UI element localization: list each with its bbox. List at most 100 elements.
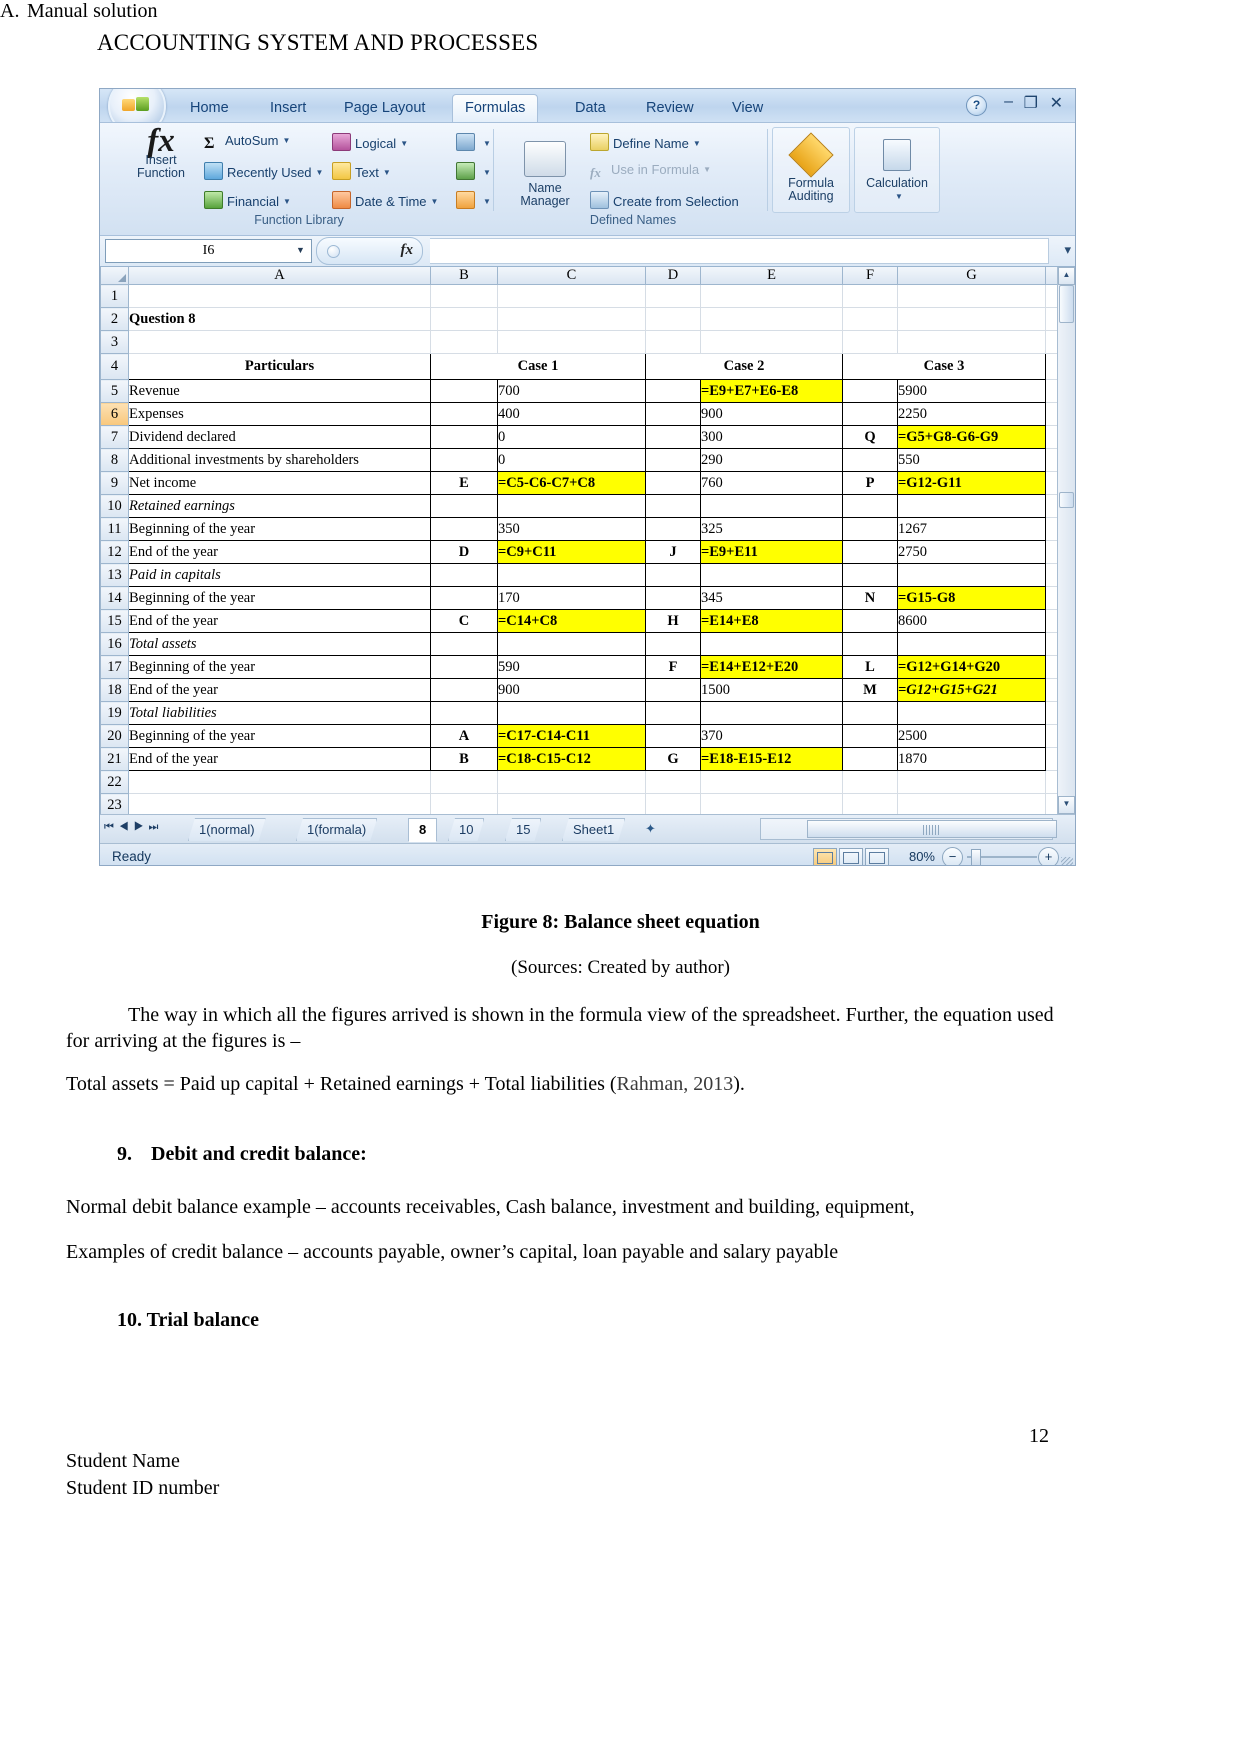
cell-d12[interactable]: J xyxy=(645,540,701,564)
cell-b2[interactable] xyxy=(430,307,498,331)
cell-f16[interactable] xyxy=(842,632,898,656)
chevron-down-icon[interactable]: ▼ xyxy=(703,165,711,174)
row-header-4[interactable]: 4 xyxy=(100,353,129,380)
zoom-level-label[interactable]: 80% xyxy=(909,849,935,864)
cell-f20[interactable] xyxy=(842,724,898,748)
cell-d17[interactable]: F xyxy=(645,655,701,679)
cell-e13[interactable] xyxy=(700,563,843,587)
row-header-3[interactable]: 3 xyxy=(100,330,129,354)
chevron-down-icon[interactable]: ▼ xyxy=(483,197,491,206)
sheet-tab-8[interactable]: 8 xyxy=(408,818,438,842)
cell-e6[interactable]: 900 xyxy=(700,402,843,426)
cancel-enter-icon[interactable] xyxy=(327,245,340,258)
sheet-tab-1-formala[interactable]: 1(formala) xyxy=(296,818,377,841)
cell-a9[interactable]: Net income xyxy=(128,471,431,495)
minimize-button[interactable]: – xyxy=(1004,93,1013,111)
cell-e10[interactable] xyxy=(700,494,843,518)
zoom-out-button[interactable]: − xyxy=(942,847,963,865)
insert-function-icon[interactable]: fx xyxy=(401,242,414,259)
page-break-view-button[interactable] xyxy=(865,848,889,865)
column-header-c[interactable]: C xyxy=(497,267,646,285)
cell-b9[interactable]: E xyxy=(430,471,498,495)
cell-b22[interactable] xyxy=(430,770,498,794)
cell-g6[interactable]: 2250 xyxy=(897,402,1046,426)
cell-f13[interactable] xyxy=(842,563,898,587)
cell-b21[interactable]: B xyxy=(430,747,498,771)
row-header-6[interactable]: 6 xyxy=(100,402,129,426)
financial-button[interactable]: Financial ▼ xyxy=(204,191,291,209)
sheet-tab-10[interactable]: 10 xyxy=(448,818,484,841)
cell-a23[interactable] xyxy=(128,793,431,814)
row-header-20[interactable]: 20 xyxy=(100,724,129,748)
vertical-scroll-thumb[interactable] xyxy=(1059,285,1074,323)
column-header-f[interactable]: F xyxy=(842,267,898,285)
cell-b15[interactable]: C xyxy=(430,609,498,633)
row-header-2[interactable]: 2 xyxy=(100,307,129,331)
more-functions-button[interactable]: ▼ xyxy=(456,191,491,209)
chevron-down-icon[interactable]: ▼ xyxy=(282,136,290,145)
ribbon-tab-data[interactable]: Data xyxy=(563,96,618,122)
cell-e11[interactable]: 325 xyxy=(700,517,843,541)
text-button[interactable]: Text ▼ xyxy=(332,162,391,180)
cell-f2[interactable] xyxy=(842,307,898,331)
cell-c14[interactable]: 170 xyxy=(497,586,646,610)
cell-a19[interactable]: Total liabilities xyxy=(128,701,431,725)
cell-b19[interactable] xyxy=(430,701,498,725)
cell-c5[interactable]: 700 xyxy=(497,379,646,403)
cell-e17[interactable]: =E14+E12+E20 xyxy=(700,655,843,679)
cell-g14[interactable]: =G15-G8 xyxy=(897,586,1046,610)
formula-auditing-button[interactable]: Formula Auditing xyxy=(772,132,850,203)
cell-g3[interactable] xyxy=(897,330,1046,354)
cell-e22[interactable] xyxy=(700,770,843,794)
cell-d11[interactable] xyxy=(645,517,701,541)
chevron-down-icon[interactable]: ▼ xyxy=(895,190,903,203)
cell-d7[interactable] xyxy=(645,425,701,449)
cell-a16[interactable]: Total assets xyxy=(128,632,431,656)
resize-grip-icon[interactable] xyxy=(1061,857,1073,865)
cell-c8[interactable]: 0 xyxy=(497,448,646,472)
cell-g17[interactable]: =G12+G14+G20 xyxy=(897,655,1046,679)
cell-c10[interactable] xyxy=(497,494,646,518)
cell-g5[interactable]: 5900 xyxy=(897,379,1046,403)
cell-c18[interactable]: 900 xyxy=(497,678,646,702)
sheet-tab-15[interactable]: 15 xyxy=(505,818,541,841)
sheet-tab-1-normal[interactable]: 1(normal) xyxy=(188,818,266,841)
zoom-slider-handle[interactable] xyxy=(971,849,981,865)
cell-g12[interactable]: 2750 xyxy=(897,540,1046,564)
cell-d23[interactable] xyxy=(645,793,701,814)
cell-e12[interactable]: =E9+E11 xyxy=(700,540,843,564)
cell-a10[interactable]: Retained earnings xyxy=(128,494,431,518)
restore-button[interactable]: ❐ xyxy=(1024,93,1038,113)
formula-bar-buttons[interactable]: fx xyxy=(316,237,423,265)
cell-e3[interactable] xyxy=(700,330,843,354)
cell-b5[interactable] xyxy=(430,379,498,403)
cell-c9[interactable]: =C5-C6-C7+C8 xyxy=(497,471,646,495)
chevron-down-icon[interactable]: ▼ xyxy=(283,197,291,206)
cell-e1[interactable] xyxy=(700,284,843,308)
cell-e20[interactable]: 370 xyxy=(700,724,843,748)
cell-c11[interactable]: 350 xyxy=(497,517,646,541)
vertical-scrollbar[interactable]: ▲ ▼ xyxy=(1057,267,1075,814)
lookup-reference-button[interactable]: ▼ xyxy=(456,133,491,151)
calculation-button[interactable]: Calculation ▼ xyxy=(854,139,940,204)
column-header-d[interactable]: D xyxy=(645,267,701,285)
cell-d20[interactable] xyxy=(645,724,701,748)
cell-c12[interactable]: =C9+C11 xyxy=(497,540,646,564)
help-icon[interactable]: ? xyxy=(966,95,987,116)
row-header-18[interactable]: 18 xyxy=(100,678,129,702)
cell-e15[interactable]: =E14+E8 xyxy=(700,609,843,633)
cell-c19[interactable] xyxy=(497,701,646,725)
ribbon-tab-home[interactable]: Home xyxy=(178,96,241,122)
row-header-10[interactable]: 10 xyxy=(100,494,129,518)
cell-g2[interactable] xyxy=(897,307,1046,331)
cell-d15[interactable]: H xyxy=(645,609,701,633)
cell-f23[interactable] xyxy=(842,793,898,814)
row-header-9[interactable]: 9 xyxy=(100,471,129,495)
cell-a22[interactable] xyxy=(128,770,431,794)
cell-f1[interactable] xyxy=(842,284,898,308)
logical-button[interactable]: Logical ▼ xyxy=(332,133,408,151)
cell-f22[interactable] xyxy=(842,770,898,794)
cell-d10[interactable] xyxy=(645,494,701,518)
cell-a20[interactable]: Beginning of the year xyxy=(128,724,431,748)
insert-worksheet-icon[interactable]: ✦ xyxy=(645,821,656,837)
